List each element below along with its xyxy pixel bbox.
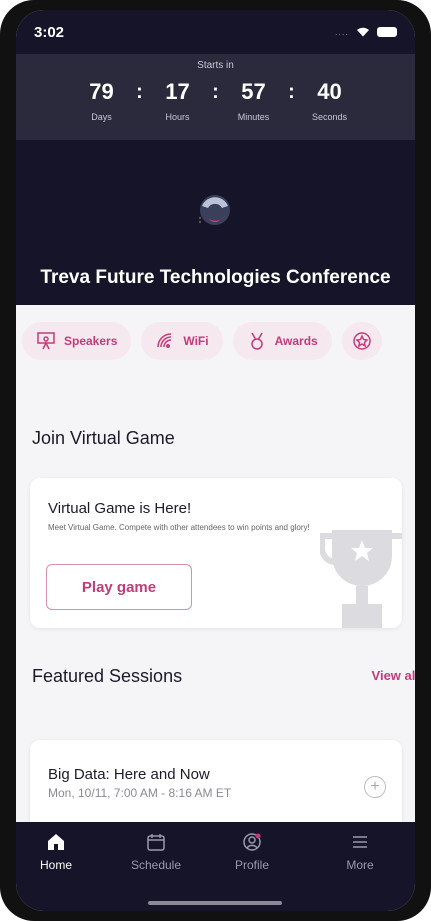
status-bar: 3:02 .... bbox=[16, 10, 415, 54]
wifi-icon bbox=[157, 333, 172, 348]
tab-schedule[interactable]: Schedule bbox=[116, 832, 196, 872]
phone-frame: 3:02 .... Starts in 79 Days : 17 Hours : bbox=[0, 0, 431, 921]
trophy-icon bbox=[320, 530, 402, 628]
event-logo-icon bbox=[198, 195, 230, 225]
countdown-days: 79 Days bbox=[89, 79, 114, 122]
countdown-minutes: 57 Minutes bbox=[237, 79, 270, 122]
countdown-seconds: 40 Seconds bbox=[311, 79, 348, 122]
quick-link-label: Speakers bbox=[64, 334, 118, 348]
quick-link-more[interactable] bbox=[341, 322, 382, 360]
star-badge-icon bbox=[352, 332, 371, 350]
session-title: Big Data: Here and Now bbox=[48, 766, 210, 783]
add-session-icon[interactable]: + bbox=[364, 776, 386, 798]
quick-links: Speakers WiFi Awards bbox=[22, 322, 382, 360]
tab-profile[interactable]: Profile bbox=[212, 832, 292, 872]
medal-icon bbox=[250, 332, 263, 350]
play-game-button[interactable]: Play game bbox=[46, 564, 192, 610]
quick-link-label: Awards bbox=[274, 334, 318, 348]
session-card[interactable]: Big Data: Here and Now Mon, 10/11, 7:00 … bbox=[30, 740, 402, 832]
quick-link-wifi[interactable]: WiFi bbox=[141, 322, 223, 360]
event-title: Treva Future Technologies Conference bbox=[40, 267, 391, 288]
quick-link-awards[interactable]: Awards bbox=[232, 322, 332, 360]
countdown-separator: : bbox=[212, 81, 219, 103]
countdown-separator: : bbox=[136, 81, 143, 103]
event-header: 3:02 .... Starts in 79 Days : 17 Hours : bbox=[16, 10, 415, 305]
home-indicator[interactable] bbox=[148, 901, 282, 905]
countdown-label: Starts in bbox=[197, 60, 234, 71]
battery-icon bbox=[377, 27, 397, 37]
countdown: Starts in 79 Days : 17 Hours : 57 Minute… bbox=[16, 54, 415, 140]
virtual-game-heading: Join Virtual Game bbox=[32, 428, 175, 448]
signal-dots: .... bbox=[334, 27, 349, 37]
app-screen: 3:02 .... Starts in 79 Days : 17 Hours : bbox=[16, 10, 415, 911]
menu-icon bbox=[353, 836, 367, 848]
speaker-presentation-icon bbox=[37, 332, 55, 350]
countdown-hours: 17 Hours bbox=[165, 79, 190, 122]
wifi-status-icon bbox=[357, 27, 369, 37]
countdown-separator: : bbox=[288, 81, 295, 103]
quick-link-label: WiFi bbox=[183, 334, 209, 348]
tab-bar: Home Schedule Profile More bbox=[16, 822, 415, 911]
calendar-icon bbox=[147, 834, 165, 851]
game-card-title: Virtual Game is Here! bbox=[48, 500, 192, 517]
status-icons: .... bbox=[335, 27, 397, 37]
home-icon bbox=[48, 834, 64, 850]
profile-icon bbox=[243, 833, 261, 851]
session-time: Mon, 10/11, 7:00 AM - 8:16 AM ET bbox=[48, 786, 232, 800]
status-time: 3:02 bbox=[34, 23, 65, 41]
virtual-game-card: Virtual Game is Here! Meet Virtual Game.… bbox=[30, 478, 402, 628]
view-all-link[interactable]: View all bbox=[372, 668, 415, 683]
tab-home[interactable]: Home bbox=[16, 832, 96, 872]
quick-link-speakers[interactable]: Speakers bbox=[22, 322, 132, 360]
featured-sessions-heading: Featured Sessions bbox=[32, 666, 183, 686]
tab-more[interactable]: More bbox=[320, 832, 400, 872]
